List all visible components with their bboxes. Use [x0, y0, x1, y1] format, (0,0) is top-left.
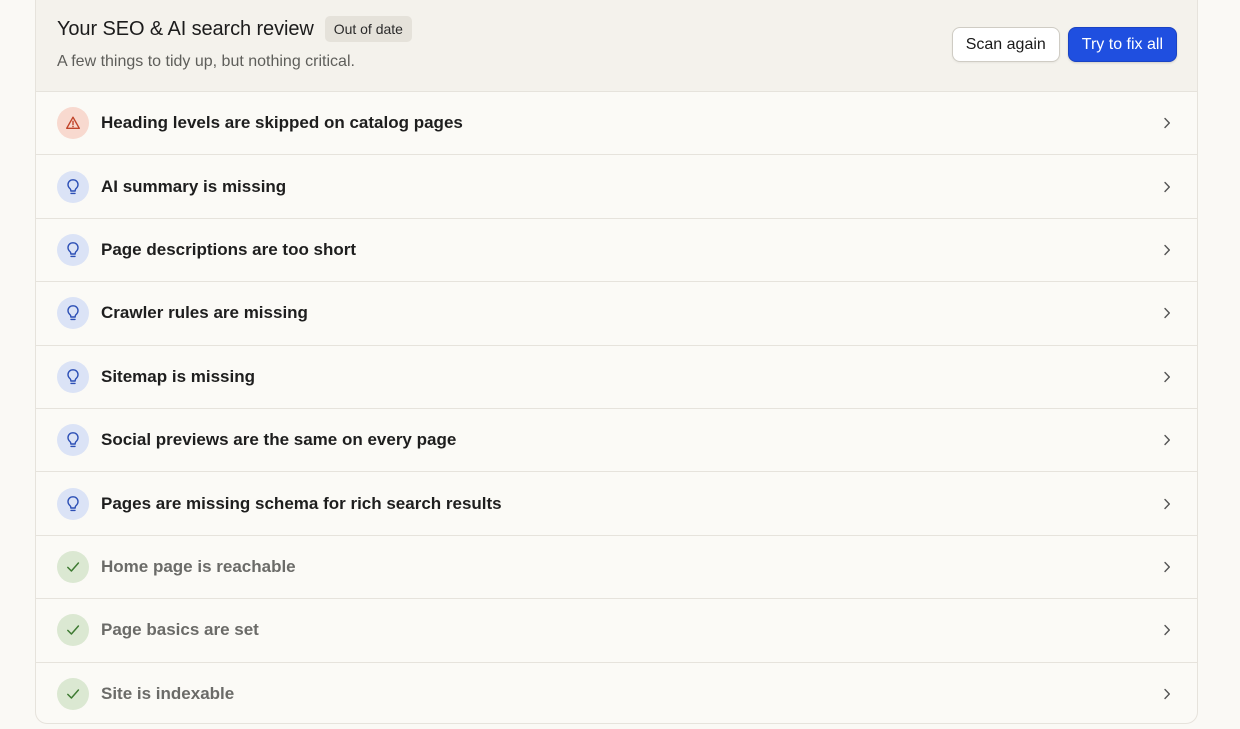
scan-again-button[interactable]: Scan again	[951, 27, 1060, 62]
list-item[interactable]: AI summary is missing	[36, 155, 1197, 219]
checkmark-icon	[57, 678, 89, 711]
chevron-right-icon	[1161, 688, 1173, 700]
header-actions: Scan again Try to fix all	[951, 27, 1177, 62]
list-item[interactable]: Crawler rules are missing	[36, 282, 1197, 346]
lightbulb-icon	[57, 424, 89, 457]
chevron-right-icon	[1161, 498, 1173, 510]
item-label: Pages are missing schema for rich search…	[101, 493, 502, 513]
item-label: Page descriptions are too short	[101, 239, 357, 259]
lightbulb-icon	[57, 233, 89, 266]
issue-list: Heading levels are skipped on catalog pa…	[36, 92, 1197, 723]
chevron-right-icon	[1161, 244, 1173, 256]
list-item[interactable]: Sitemap is missing	[36, 346, 1197, 409]
list-item[interactable]: Pages are missing schema for rich search…	[36, 472, 1197, 536]
chevron-right-icon	[1161, 181, 1173, 193]
chevron-right-icon	[1161, 371, 1173, 383]
lightbulb-icon	[57, 297, 89, 330]
lightbulb-icon	[57, 360, 89, 393]
lightbulb-icon	[57, 170, 89, 203]
item-label: Social previews are the same on every pa…	[101, 430, 457, 450]
review-header: Your SEO & AI search review Out of date …	[36, 0, 1197, 92]
item-label: Heading levels are skipped on catalog pa…	[101, 113, 463, 133]
list-item[interactable]: Heading levels are skipped on catalog pa…	[36, 92, 1197, 156]
item-label: Home page is reachable	[101, 556, 296, 576]
list-item[interactable]: Site is indexable	[36, 663, 1197, 723]
list-item[interactable]: Page basics are set	[36, 599, 1197, 663]
item-label: Site is indexable	[101, 684, 235, 704]
fix-all-button[interactable]: Try to fix all	[1067, 27, 1177, 62]
item-label: Crawler rules are missing	[101, 303, 308, 323]
seo-review-card: Your SEO & AI search review Out of date …	[35, 0, 1198, 724]
page-title: Your SEO & AI search review	[57, 17, 314, 40]
list-item[interactable]: Home page is reachable	[36, 536, 1197, 600]
chevron-right-icon	[1161, 624, 1173, 636]
checkmark-icon	[57, 550, 89, 583]
chevron-right-icon	[1161, 307, 1173, 319]
chevron-right-icon	[1161, 434, 1173, 446]
chevron-right-icon	[1161, 561, 1173, 573]
item-label: Sitemap is missing	[101, 366, 255, 386]
lightbulb-icon	[57, 487, 89, 520]
warning-triangle-icon	[57, 107, 89, 140]
list-item[interactable]: Page descriptions are too short	[36, 219, 1197, 283]
chevron-right-icon	[1161, 117, 1173, 129]
status-badge: Out of date	[324, 16, 412, 42]
item-label: AI summary is missing	[101, 176, 287, 196]
list-item[interactable]: Social previews are the same on every pa…	[36, 409, 1197, 473]
item-label: Page basics are set	[101, 620, 259, 640]
title-row: Your SEO & AI search review Out of date	[57, 16, 412, 42]
checkmark-icon	[57, 614, 89, 647]
review-subtitle: A few things to tidy up, but nothing cri…	[57, 53, 355, 70]
